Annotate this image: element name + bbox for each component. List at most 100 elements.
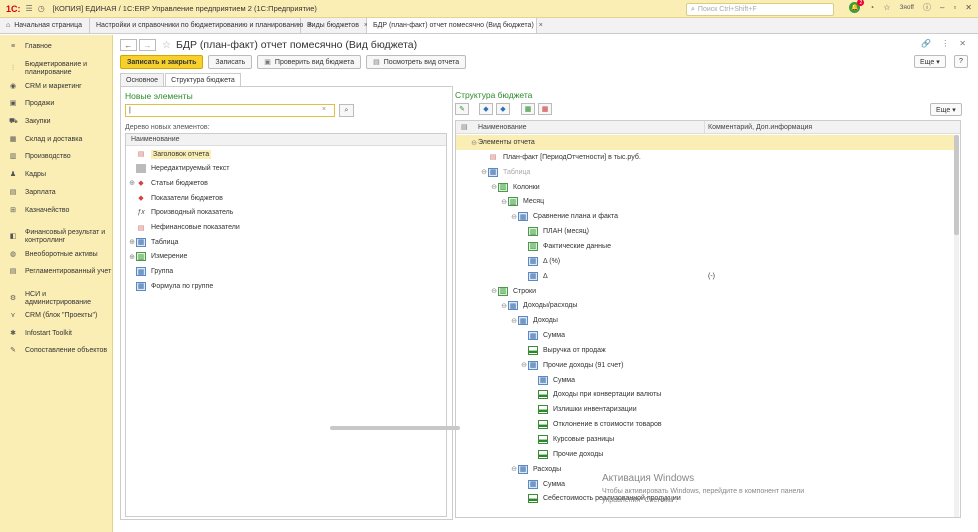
close-form-icon[interactable]: ✕ bbox=[959, 39, 966, 48]
structure-row[interactable]: ▥ Фактические данные bbox=[456, 239, 954, 254]
sidebar-item[interactable]: ⋎ CRM (блок "Проекты") bbox=[0, 312, 97, 320]
move-up-icon[interactable]: ◆ bbox=[479, 103, 493, 115]
history-icon[interactable]: ◷ bbox=[38, 4, 45, 13]
structure-row[interactable]: ⊖ Элементы отчета bbox=[456, 135, 954, 150]
tree-item[interactable]: ⊕ ▦ Таблица bbox=[128, 235, 178, 249]
close-tab-icon[interactable]: × bbox=[539, 22, 543, 29]
structure-row[interactable]: ⊖ ▥ Колонки bbox=[456, 180, 954, 195]
sidebar-item[interactable]: ▦ Склад и доставка bbox=[0, 136, 83, 144]
structure-row[interactable]: ▬ Отклонение в стоимости товаров bbox=[456, 417, 954, 432]
structure-row[interactable]: ⊖ ▥ Строки bbox=[456, 284, 954, 299]
save-button[interactable]: Записать bbox=[208, 55, 253, 69]
structure-row[interactable]: ▥ ПЛАН (месяц) bbox=[456, 224, 954, 239]
expand-icon[interactable]: ⊖ bbox=[520, 361, 528, 369]
expand-icon[interactable]: ⊖ bbox=[500, 302, 508, 310]
maximize-icon[interactable]: ▫ bbox=[953, 3, 956, 12]
menu-icon[interactable]: ☰ bbox=[26, 4, 33, 13]
sidebar-item[interactable]: ✎ Сопоставление объектов bbox=[0, 347, 107, 355]
expand-icon[interactable]: ⊕ bbox=[128, 238, 136, 246]
minimize-icon[interactable]: – bbox=[940, 3, 944, 12]
expand-icon[interactable]: ⊖ bbox=[510, 213, 518, 221]
find-button[interactable]: ⌕ bbox=[339, 104, 354, 117]
tab-bdr-report[interactable]: БДР (план-факт) отчет помесячно (Вид бюд… bbox=[367, 18, 543, 33]
user-name[interactable]: Зяоff bbox=[899, 4, 914, 11]
tab-budget-types[interactable]: Виды бюджетов × bbox=[301, 18, 368, 33]
tree-item[interactable]: ƒx Производный показатель bbox=[128, 206, 233, 220]
vertical-scrollbar[interactable] bbox=[954, 135, 959, 517]
element-search-input[interactable]: | bbox=[125, 104, 335, 117]
structure-row[interactable]: ⊖ ▦ Сравнение плана и факта bbox=[456, 209, 954, 224]
tree-item[interactable]: ▤ Заголовок отчета bbox=[128, 147, 212, 161]
history-clock-icon[interactable]: ◔ bbox=[869, 3, 874, 12]
structure-row[interactable]: ▦ Δ (%) bbox=[456, 254, 954, 269]
delete-excel-icon[interactable]: ▦ bbox=[538, 103, 552, 115]
tree-item[interactable]: ⊕ ▥ Измерение bbox=[128, 250, 187, 264]
structure-row[interactable]: ▬ Доходы при конвертации валюты bbox=[456, 387, 954, 402]
structure-row[interactable]: ⊖ ▦ Доходы bbox=[456, 313, 954, 328]
tree-item[interactable]: ▤ Нефинансовые показатели bbox=[128, 221, 240, 235]
horizontal-scrollbar[interactable] bbox=[330, 426, 460, 430]
column-header-name[interactable]: Наименование bbox=[478, 124, 527, 131]
expand-icon[interactable]: ⊕ bbox=[128, 253, 136, 261]
structure-row[interactable]: ▬ Прочие доходы bbox=[456, 447, 954, 462]
tree-item[interactable]: ▦ Формула по группе bbox=[128, 279, 213, 293]
structure-row[interactable]: ▬ Излишки инвентаризации bbox=[456, 402, 954, 417]
expand-icon[interactable]: ⊖ bbox=[490, 183, 498, 191]
expand-icon[interactable]: ⊖ bbox=[500, 198, 508, 206]
more-vert-icon[interactable]: ⋮ bbox=[941, 39, 949, 48]
tab-main[interactable]: Основное bbox=[120, 73, 165, 86]
back-button[interactable]: ← bbox=[120, 39, 137, 51]
structure-row[interactable]: ▬ Курсовые разницы bbox=[456, 432, 954, 447]
sidebar-item[interactable]: ♟ Кадры bbox=[0, 171, 46, 179]
tab-home[interactable]: ⌂ Начальная страница bbox=[0, 18, 90, 33]
select-column-icon[interactable]: ▤ bbox=[461, 123, 468, 131]
sidebar-item[interactable]: ▣ Продажи bbox=[0, 100, 55, 108]
sidebar-item[interactable]: ◧ Финансовый результат и контроллинг bbox=[0, 229, 105, 245]
tab-budget-structure[interactable]: Структура бюджета bbox=[165, 73, 241, 86]
expand-icon[interactable]: ⊕ bbox=[128, 179, 136, 187]
scroll-thumb[interactable] bbox=[954, 135, 959, 235]
sidebar-item[interactable]: ≡ Главное bbox=[0, 43, 52, 51]
sidebar-item[interactable]: ⊞ Казначейство bbox=[0, 207, 69, 215]
structure-row[interactable]: ▦ Сумма bbox=[456, 373, 954, 388]
tree-item[interactable]: Нередактируемый текст bbox=[128, 162, 230, 176]
structure-row[interactable]: ⊖ ▦ Прочие доходы (91 счет) bbox=[456, 358, 954, 373]
sidebar-item[interactable]: ◉ CRM и маркетинг bbox=[0, 83, 82, 91]
view-report-button[interactable]: ▤ Посмотреть вид отчета bbox=[366, 55, 467, 69]
structure-row[interactable]: ▦ Сумма bbox=[456, 328, 954, 343]
column-header-name[interactable]: Наименование bbox=[126, 134, 446, 146]
favorite-star-icon[interactable]: ☆ bbox=[162, 40, 171, 51]
structure-more-button[interactable]: Еще ▾ bbox=[930, 103, 962, 116]
tree-item[interactable]: ▦ Группа bbox=[128, 265, 173, 279]
structure-row[interactable]: ▬ Выручка от продаж bbox=[456, 343, 954, 358]
link-icon[interactable]: 🔗 bbox=[921, 39, 931, 48]
info-icon[interactable]: ⓘ bbox=[923, 2, 931, 13]
sidebar-item[interactable]: ▥ Производство bbox=[0, 153, 71, 161]
check-budget-button[interactable]: ▣ Проверить вид бюджета bbox=[257, 55, 362, 69]
sidebar-item[interactable]: ✱ Infostart Toolkit bbox=[0, 330, 72, 338]
tree-item[interactable]: ⊕ ◆ Статьи бюджетов bbox=[128, 176, 208, 190]
sidebar-item[interactable]: ◍ Внеоборотные активы bbox=[0, 251, 98, 259]
sidebar-item[interactable]: ⫶ Бюджетирование и планирование bbox=[0, 61, 87, 77]
save-and-close-button[interactable]: Записать и закрыть bbox=[120, 55, 204, 69]
expand-icon[interactable]: ⊖ bbox=[490, 287, 498, 295]
structure-row[interactable]: ▤ План-факт [ПериодОтчетности] в тыс.руб. bbox=[456, 150, 954, 165]
notifications-icon[interactable]: 🔔 2 bbox=[849, 0, 865, 13]
export-excel-icon[interactable]: ▦ bbox=[521, 103, 535, 115]
expand-icon[interactable]: ⊖ bbox=[510, 465, 518, 473]
expand-icon[interactable]: ⊖ bbox=[470, 139, 478, 147]
sidebar-item[interactable]: ⚙ НСИ и администрирование bbox=[0, 291, 91, 307]
structure-row[interactable]: ⊖ ▦ Доходы/расходы bbox=[456, 298, 954, 313]
expand-icon[interactable]: ⊖ bbox=[510, 317, 518, 325]
clear-input-icon[interactable]: × bbox=[322, 106, 326, 113]
structure-row[interactable]: ⊖ ▦ Таблица bbox=[456, 165, 954, 180]
more-button[interactable]: Еще ▾ bbox=[914, 55, 946, 68]
sidebar-item[interactable]: ▤ Регламентированный учет bbox=[0, 268, 112, 276]
sidebar-item[interactable]: ▤ Зарплата bbox=[0, 189, 56, 197]
structure-row[interactable]: ▦ Δ (-) bbox=[456, 269, 954, 284]
structure-row[interactable]: ⊖ ▥ Месяц bbox=[456, 194, 954, 209]
help-button[interactable]: ? bbox=[954, 55, 968, 68]
tree-item[interactable]: ◆ Показатели бюджетов bbox=[128, 191, 223, 205]
column-header-comment[interactable]: Комментарий, Доп.информация bbox=[708, 124, 812, 131]
forward-button[interactable]: → bbox=[139, 39, 156, 51]
